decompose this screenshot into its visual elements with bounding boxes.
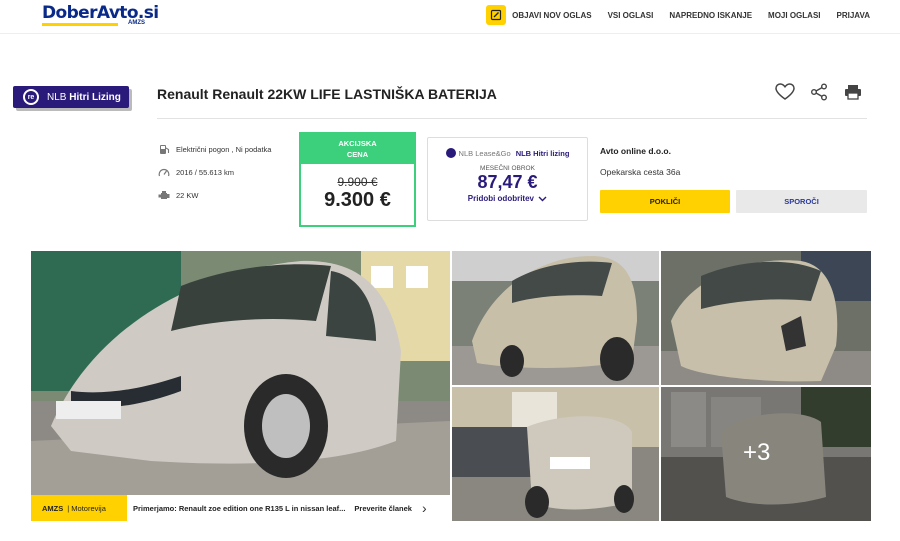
site-logo[interactable]: DoberAvto.si AMZS (42, 3, 159, 29)
amzs-tag: AMZS | Motorevija (31, 495, 127, 521)
get-approval-link[interactable]: Pridobi odobritev (428, 194, 587, 203)
edit-icon[interactable] (486, 5, 507, 25)
leasing-brand: NLB (458, 148, 474, 158)
banner-brand: AMZS (42, 503, 64, 513)
dealer-panel: Avto online d.o.o. Opekarska cesta 36a P… (600, 146, 868, 213)
old-price: 9.900 € (337, 175, 378, 189)
site-header: DoberAvto.si AMZS OBJAVI NOV OGLAS VSI O… (0, 0, 900, 34)
logo-sub: AMZS (128, 20, 145, 26)
leasing-brand-sub: Lease&Go (475, 148, 511, 158)
banner-section: Motorevija (71, 503, 106, 513)
call-button[interactable]: POKLIČI (600, 190, 730, 213)
chevron-down-icon (538, 196, 547, 202)
leasing-box: NLB Lease&Go NLB Hitri lizing MESEČNI OB… (427, 137, 588, 221)
main-photo[interactable]: AMZS | Motorevija Primerjamo: Renault zo… (31, 251, 450, 521)
nav-advanced-search[interactable]: NAPREDNO ISKANJE (669, 11, 752, 20)
price-header-line1: AKCIJSKA (338, 139, 377, 148)
gallery-photo-3[interactable] (452, 387, 659, 521)
spec-year-km-text: 2016 / 55.613 km (176, 167, 234, 177)
gallery-photo-4[interactable]: +3 (661, 387, 871, 521)
listing-actions (774, 82, 864, 102)
leasing-label: MESEČNI OBROK (480, 165, 535, 172)
current-price: 9.300 € (324, 189, 391, 211)
chevron-right-icon[interactable]: › (422, 500, 427, 516)
spec-year-km: 2016 / 55.613 km (158, 165, 271, 179)
nlb-brand: NLB (47, 91, 67, 103)
price-header: AKCIJSKA CENA (301, 134, 414, 164)
spec-fuel: Električni pogon , Ni podatka (158, 142, 271, 156)
main-nav: OBJAVI NOV OGLAS VSI OGLASI NAPREDNO ISK… (486, 4, 870, 26)
nav-post-ad[interactable]: OBJAVI NOV OGLAS (512, 11, 591, 20)
specs-list: Električni pogon , Ni podatka 2016 / 55.… (158, 142, 271, 211)
nav-my-ads[interactable]: MOJI OGLASI (768, 11, 820, 20)
engine-icon (158, 189, 170, 201)
message-button[interactable]: SPOROČI (736, 190, 867, 213)
listing-title: Renault Renault 22KW LIFE LASTNIŠKA BATE… (157, 86, 497, 102)
leasing-monthly-value: 87,47 € (477, 172, 538, 192)
nlb-logo-icon: re (23, 89, 39, 105)
speedometer-icon (158, 166, 170, 178)
leasing-header: NLB Lease&Go NLB Hitri lizing (428, 148, 587, 158)
nlb-small-logo-icon (445, 148, 456, 158)
more-photos-count: +3 (743, 439, 771, 466)
banner-text: Primerjamo: Renault zoe edition one R135… (133, 503, 346, 513)
gallery-photo-1[interactable] (452, 251, 659, 385)
price-box: AKCIJSKA CENA 9.900 € 9.300 € (299, 132, 416, 227)
print-icon[interactable] (842, 82, 864, 102)
gallery-photo-2[interactable] (661, 251, 871, 385)
fuel-icon (158, 143, 170, 155)
title-divider (157, 118, 867, 119)
spec-power-text: 22 KW (176, 190, 199, 200)
photo-gallery: AMZS | Motorevija Primerjamo: Renault zo… (31, 251, 871, 521)
article-banner[interactable]: AMZS | Motorevija Primerjamo: Renault zo… (31, 495, 450, 521)
spec-power: 22 KW (158, 188, 271, 202)
dealer-name[interactable]: Avto online d.o.o. (600, 146, 868, 156)
share-icon[interactable] (808, 82, 830, 102)
favorite-icon[interactable] (774, 82, 796, 102)
nav-login[interactable]: PRIJAVA (837, 11, 871, 20)
dealer-address: Opekarska cesta 36a (600, 167, 681, 177)
spec-fuel-text: Električni pogon , Ni podatka (176, 144, 272, 154)
price-header-line2: CENA (346, 150, 369, 159)
leasing-product: NLB Hitri lizing (515, 148, 570, 158)
banner-link[interactable]: Preverite članek (354, 504, 412, 513)
nav-all-ads[interactable]: VSI OGLASI (608, 11, 654, 20)
logo-underline (42, 23, 118, 26)
nlb-label: Hitri Lizing (69, 91, 121, 103)
nlb-leasing-badge[interactable]: re NLB Hitri Lizing (13, 86, 129, 108)
get-approval-label: Pridobi odobritev (467, 194, 534, 203)
